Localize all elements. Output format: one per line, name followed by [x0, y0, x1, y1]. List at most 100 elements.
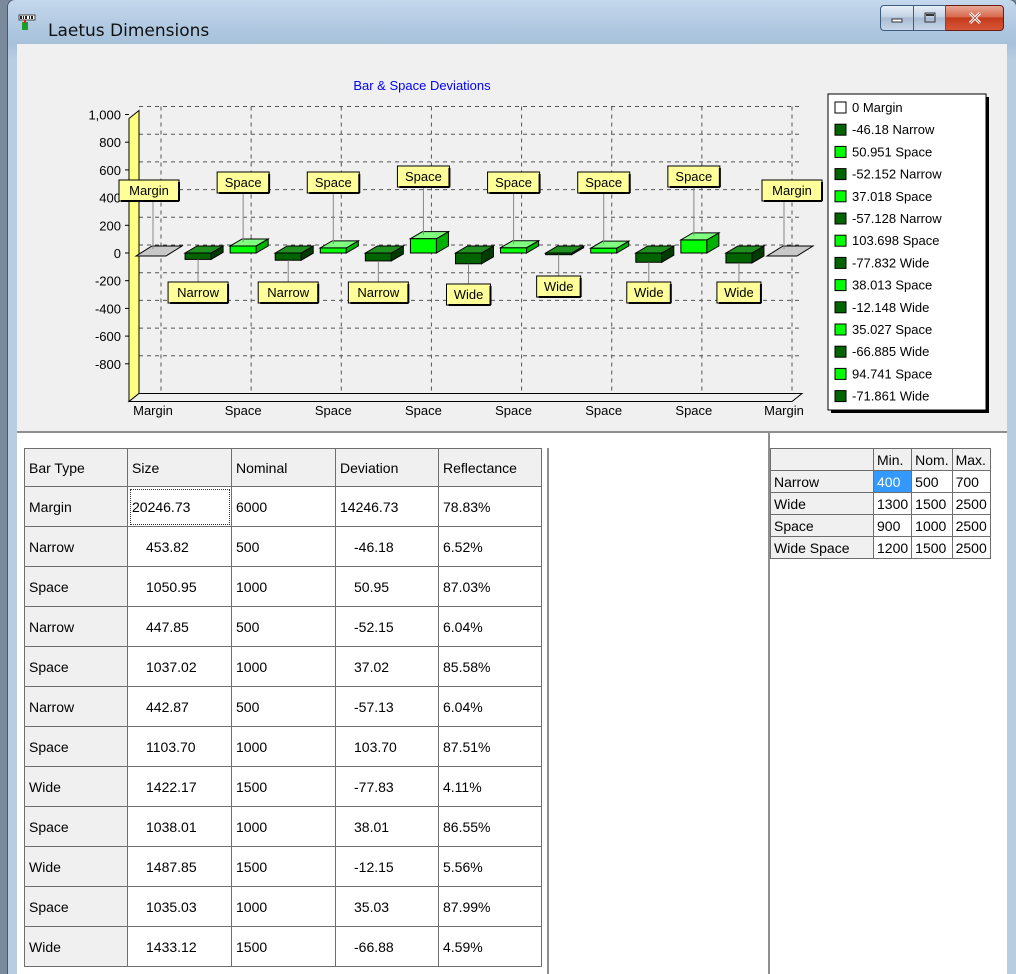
- table-cell[interactable]: 6000: [231, 486, 336, 527]
- tolerance-spec-table[interactable]: Min. Nom. Max. Narrow 400 500 700 Wide 1300 1500 2…: [770, 448, 991, 559]
- table-cell[interactable]: -57.13: [335, 686, 439, 727]
- table-cell[interactable]: 1000: [231, 806, 336, 847]
- maximize-button[interactable]: [914, 5, 946, 31]
- close-button[interactable]: [946, 5, 1004, 31]
- table-cell[interactable]: 5.56%: [438, 846, 542, 887]
- table-cell[interactable]: 6.52%: [438, 526, 542, 567]
- table-row[interactable]: Narrow 447.85 500 -52.15 6.04%: [24, 606, 542, 647]
- column-header[interactable]: Bar Type: [24, 448, 128, 487]
- table-cell[interactable]: 86.55%: [438, 806, 542, 847]
- row-header[interactable]: Space: [24, 886, 128, 927]
- bar-measurement-table[interactable]: Bar Type Size Nominal Deviation Reflectance M…: [24, 448, 542, 967]
- table-cell[interactable]: 447.85: [127, 606, 232, 647]
- table-cell[interactable]: 1500: [231, 766, 336, 807]
- table-cell[interactable]: 1500: [911, 536, 953, 559]
- table-cell[interactable]: 1500: [231, 926, 336, 967]
- table-cell[interactable]: 1000: [911, 514, 953, 537]
- table-cell[interactable]: 1200: [872, 536, 913, 559]
- table-row[interactable]: Wide 1300 1500 2500: [770, 492, 991, 515]
- table-row[interactable]: Space 1103.70 1000 103.70 87.51%: [24, 726, 542, 767]
- table-cell[interactable]: 14246.73: [335, 486, 439, 527]
- title-bar[interactable]: Laetus Dimensions: [8, 0, 1016, 42]
- table-cell[interactable]: 1487.85: [127, 846, 232, 887]
- table-cell[interactable]: 6.04%: [438, 606, 542, 647]
- table-row[interactable]: Wide 1433.12 1500 -66.88 4.59%: [24, 926, 542, 967]
- table-cell[interactable]: 20246.73: [127, 486, 232, 527]
- table-cell[interactable]: 500: [231, 686, 336, 727]
- table-cell[interactable]: 78.83%: [438, 486, 542, 527]
- row-header[interactable]: Wide: [24, 926, 128, 967]
- table-row[interactable]: Narrow 442.87 500 -57.13 6.04%: [24, 686, 542, 727]
- table-row[interactable]: Space 1037.02 1000 37.02 85.58%: [24, 646, 542, 687]
- table-cell[interactable]: 50.95: [335, 566, 439, 607]
- column-header[interactable]: Reflectance: [438, 448, 542, 487]
- table-cell[interactable]: 400: [872, 470, 913, 493]
- table-row[interactable]: Margin 20246.73 6000 14246.73 78.83%: [24, 486, 542, 527]
- spec-grid[interactable]: Min. Nom. Max. Narrow 400 500 700 Wide 1300 1500 2…: [770, 448, 1007, 974]
- row-header[interactable]: Wide: [24, 846, 128, 887]
- table-cell[interactable]: 87.03%: [438, 566, 542, 607]
- row-header[interactable]: Narrow: [770, 470, 874, 493]
- column-header[interactable]: Nominal: [231, 448, 336, 487]
- table-cell[interactable]: 700: [951, 470, 991, 493]
- table-cell[interactable]: -77.83: [335, 766, 439, 807]
- row-header[interactable]: Narrow: [24, 686, 128, 727]
- row-header[interactable]: Space: [24, 726, 128, 767]
- table-cell[interactable]: 1422.17: [127, 766, 232, 807]
- table-row[interactable]: Wide 1422.17 1500 -77.83 4.11%: [24, 766, 542, 807]
- table-row[interactable]: Space 1050.95 1000 50.95 87.03%: [24, 566, 542, 607]
- table-cell[interactable]: 500: [911, 470, 953, 493]
- table-row[interactable]: Space 900 1000 2500: [770, 514, 991, 537]
- table-row[interactable]: Wide 1487.85 1500 -12.15 5.56%: [24, 846, 542, 887]
- table-cell[interactable]: 37.02: [335, 646, 439, 687]
- row-header[interactable]: Wide: [24, 766, 128, 807]
- table-cell[interactable]: 2500: [951, 492, 991, 515]
- row-header[interactable]: Narrow: [24, 526, 128, 567]
- table-cell[interactable]: 1433.12: [127, 926, 232, 967]
- table-row[interactable]: Narrow 453.82 500 -46.18 6.52%: [24, 526, 542, 567]
- table-cell[interactable]: 6.04%: [438, 686, 542, 727]
- table-cell[interactable]: 85.58%: [438, 646, 542, 687]
- table-cell[interactable]: 900: [872, 514, 913, 537]
- column-header[interactable]: [770, 448, 874, 471]
- table-cell[interactable]: 87.51%: [438, 726, 542, 767]
- column-header[interactable]: Max.: [951, 448, 991, 471]
- table-cell[interactable]: 35.03: [335, 886, 439, 927]
- column-header[interactable]: Nom.: [911, 448, 953, 471]
- table-cell[interactable]: 1500: [911, 492, 953, 515]
- table-cell[interactable]: 1035.03: [127, 886, 232, 927]
- table-cell[interactable]: 4.59%: [438, 926, 542, 967]
- table-row[interactable]: Wide Space 1200 1500 2500: [770, 536, 991, 559]
- row-header[interactable]: Space: [770, 514, 874, 537]
- table-cell[interactable]: 38.01: [335, 806, 439, 847]
- table-cell[interactable]: -46.18: [335, 526, 439, 567]
- row-header[interactable]: Wide: [770, 492, 874, 515]
- table-cell[interactable]: 1000: [231, 646, 336, 687]
- table-cell[interactable]: 1500: [231, 846, 336, 887]
- column-header[interactable]: Min.: [872, 448, 913, 471]
- table-cell[interactable]: 2500: [951, 536, 991, 559]
- table-cell[interactable]: 1037.02: [127, 646, 232, 687]
- row-header[interactable]: Space: [24, 806, 128, 847]
- table-cell[interactable]: 1038.01: [127, 806, 232, 847]
- column-header[interactable]: Deviation: [335, 448, 439, 487]
- table-cell[interactable]: -12.15: [335, 846, 439, 887]
- table-cell[interactable]: 500: [231, 526, 336, 567]
- table-cell[interactable]: 4.11%: [438, 766, 542, 807]
- table-cell[interactable]: 1000: [231, 726, 336, 767]
- table-row[interactable]: Space 1035.03 1000 35.03 87.99%: [24, 886, 542, 927]
- table-cell[interactable]: 2500: [951, 514, 991, 537]
- table-cell[interactable]: 1050.95: [127, 566, 232, 607]
- row-header[interactable]: Narrow: [24, 606, 128, 647]
- table-cell[interactable]: 1300: [872, 492, 913, 515]
- row-header[interactable]: Space: [24, 566, 128, 607]
- bar-measurement-grid[interactable]: Bar Type Size Nominal Deviation Reflectance M…: [24, 448, 546, 974]
- table-cell[interactable]: 442.87: [127, 686, 232, 727]
- row-header[interactable]: Margin: [24, 486, 128, 527]
- table-cell[interactable]: 453.82: [127, 526, 232, 567]
- table-row[interactable]: Narrow 400 500 700: [770, 470, 991, 493]
- column-header[interactable]: Size: [127, 448, 232, 487]
- table-cell[interactable]: -66.88: [335, 926, 439, 967]
- table-cell[interactable]: 1103.70: [127, 726, 232, 767]
- table-cell[interactable]: 1000: [231, 566, 336, 607]
